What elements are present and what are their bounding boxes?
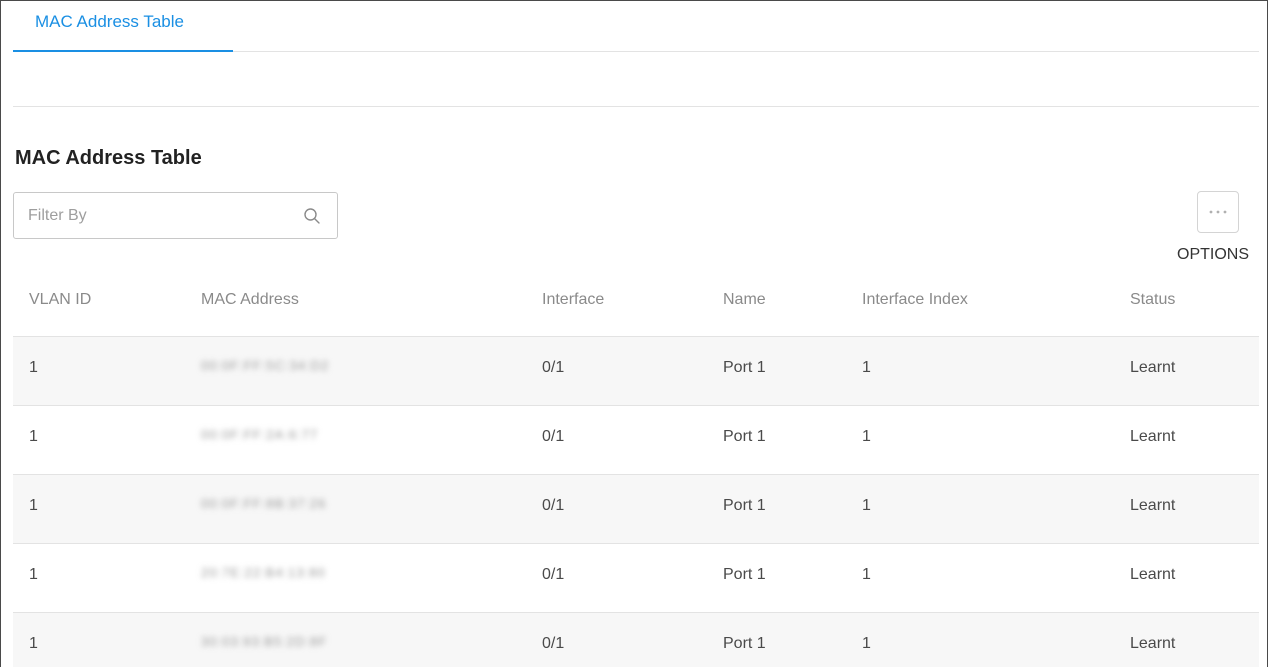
column-header-mac-address[interactable]: MAC Address	[201, 291, 299, 309]
column-header-name[interactable]: Name	[723, 291, 766, 309]
cell-vlan-id: 1	[29, 635, 38, 652]
tab-mac-address-table[interactable]: MAC Address Table	[13, 1, 233, 52]
cell-mac-address-redacted: 00:0F:FF:8B:37:26	[201, 496, 327, 511]
options-label[interactable]: OPTIONS	[1177, 246, 1249, 264]
cell-interface: 0/1	[542, 359, 565, 376]
divider	[13, 106, 1259, 107]
cell-mac-address-redacted: 00:0F:FF:5C:34:D2	[201, 358, 330, 373]
cell-status: Learnt	[1130, 359, 1176, 376]
cell-interface-index: 1	[862, 359, 871, 376]
cell-interface-index: 1	[862, 428, 871, 445]
table-row[interactable]: 1 00:0F:FF:8B:37:26 0/1 Port 1 1 Learnt	[13, 474, 1259, 543]
cell-vlan-id: 1	[29, 497, 38, 514]
cell-interface: 0/1	[542, 497, 565, 514]
tab-bar: MAC Address Table	[13, 1, 1259, 52]
cell-vlan-id: 1	[29, 428, 38, 445]
cell-interface: 0/1	[542, 428, 565, 445]
cell-mac-address-redacted: 00:0F:FF:2A:6:77	[201, 427, 319, 442]
table-row[interactable]: 1 00:0F:FF:5C:34:D2 0/1 Port 1 1 Learnt	[13, 336, 1259, 405]
cell-mac-address-redacted: 30:03:93:B5:2D:8F	[201, 634, 328, 649]
cell-interface-index: 1	[862, 566, 871, 583]
table-row[interactable]: 1 00:0F:FF:2A:6:77 0/1 Port 1 1 Learnt	[13, 405, 1259, 474]
cell-vlan-id: 1	[29, 359, 38, 376]
cell-interface: 0/1	[542, 635, 565, 652]
cell-mac-address-redacted: 20:7E:22:B4:13:80	[201, 565, 326, 580]
column-header-status[interactable]: Status	[1130, 291, 1175, 309]
cell-vlan-id: 1	[29, 566, 38, 583]
cell-status: Learnt	[1130, 497, 1176, 514]
section-title: MAC Address Table	[15, 147, 202, 169]
cell-status: Learnt	[1130, 428, 1176, 445]
cell-interface: 0/1	[542, 566, 565, 583]
mac-address-table: VLAN ID MAC Address Interface Name Inter…	[13, 269, 1259, 667]
cell-name: Port 1	[723, 635, 766, 652]
mac-address-page: MAC Address Table MAC Address Table OPTI…	[0, 0, 1268, 667]
column-header-interface-index[interactable]: Interface Index	[862, 291, 968, 309]
filter-box	[13, 192, 338, 239]
cell-name: Port 1	[723, 428, 766, 445]
cell-name: Port 1	[723, 359, 766, 376]
options-button[interactable]	[1197, 191, 1239, 233]
column-header-vlan-id[interactable]: VLAN ID	[29, 291, 91, 309]
cell-name: Port 1	[723, 566, 766, 583]
filter-input[interactable]	[28, 203, 288, 229]
cell-interface-index: 1	[862, 635, 871, 652]
cell-interface-index: 1	[862, 497, 871, 514]
cell-status: Learnt	[1130, 635, 1176, 652]
cell-name: Port 1	[723, 497, 766, 514]
table-row[interactable]: 1 30:03:93:B5:2D:8F 0/1 Port 1 1 Learnt	[13, 612, 1259, 667]
table-row[interactable]: 1 20:7E:22:B4:13:80 0/1 Port 1 1 Learnt	[13, 543, 1259, 612]
column-header-interface[interactable]: Interface	[542, 291, 604, 309]
cell-status: Learnt	[1130, 566, 1176, 583]
table-header: VLAN ID MAC Address Interface Name Inter…	[13, 269, 1259, 336]
search-icon[interactable]	[303, 207, 321, 225]
more-dots-icon	[1209, 210, 1227, 214]
tab-label: MAC Address Table	[35, 12, 184, 31]
